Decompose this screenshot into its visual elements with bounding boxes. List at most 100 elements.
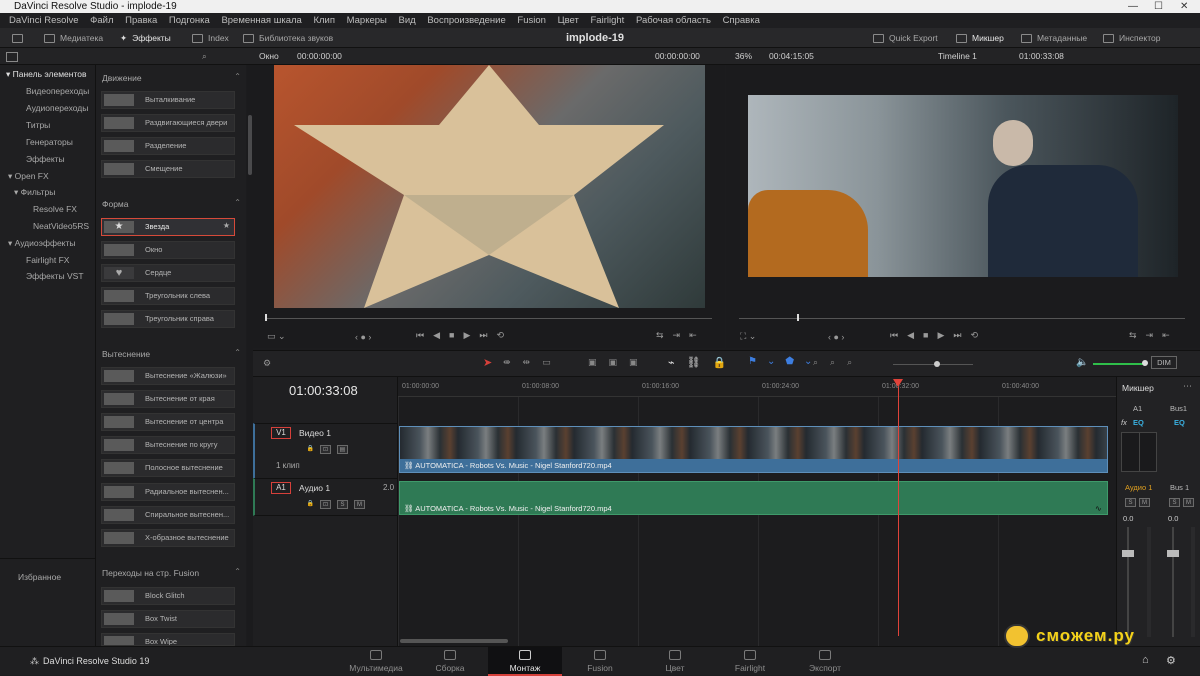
tree-item-neatvideo[interactable]: NeatVideo5RS <box>33 221 89 231</box>
effect-heart[interactable]: ♥ Сердце <box>101 264 235 282</box>
bus1-fader-handle[interactable] <box>1167 550 1179 557</box>
tree-item-resolve-fx[interactable]: Resolve FX <box>33 204 77 214</box>
page-color[interactable]: Цвет <box>638 647 712 676</box>
effect-window[interactable]: Окно <box>101 241 235 259</box>
menu-item-timeline[interactable]: Временная шкала <box>221 15 301 26</box>
menu-item-trim[interactable]: Подгонка <box>169 15 210 26</box>
viewer-options-icon[interactable]: ▭ ⌄ <box>267 331 286 342</box>
effect-push[interactable]: Выталкивание <box>101 91 235 109</box>
source-scrubber[interactable] <box>266 318 712 319</box>
menu-item-color[interactable]: Цвет <box>558 15 579 26</box>
edit-tools[interactable]: ⇼⇹▭ <box>503 357 563 368</box>
group-header-motion[interactable]: Движение <box>102 73 142 83</box>
effect-block-glitch[interactable]: Block Glitch <box>101 587 235 605</box>
source-playhead[interactable] <box>265 314 267 321</box>
effect-edge-wipe[interactable]: Вытеснение от края <box>101 390 235 408</box>
page-fairlight[interactable]: Fairlight <box>713 647 787 676</box>
zoom-slider-handle[interactable] <box>934 361 940 367</box>
timeline-scrubber[interactable] <box>739 318 1185 319</box>
search-icon[interactable]: ⌕ <box>202 48 207 65</box>
menu-item-view[interactable]: Вид <box>399 15 416 26</box>
menu-item-help[interactable]: Справка <box>723 15 760 26</box>
bus-eq-button[interactable]: EQ <box>1174 418 1185 427</box>
timeline-view-options-icon[interactable]: ⚙ <box>263 358 271 369</box>
playhead-marker[interactable] <box>893 379 903 387</box>
lock-icon[interactable]: 🔒 <box>305 500 316 509</box>
page-media[interactable]: Мультимедиа <box>339 647 413 676</box>
effect-band-wipe[interactable]: Полосное вытеснение <box>101 459 235 477</box>
auto-select-icon[interactable]: ⊡ <box>320 500 331 509</box>
mixer-solo-button[interactable]: S <box>1125 498 1136 507</box>
auto-select-icon[interactable]: ⊡ <box>320 445 331 454</box>
group-header-wipe[interactable]: Вытеснение <box>102 349 150 359</box>
tree-item-filters[interactable]: ▾ Фильтры <box>14 187 55 198</box>
effect-clock-wipe[interactable]: Вытеснение по кругу <box>101 436 235 454</box>
effect-blinds-wipe[interactable]: Вытеснение «Жалюзи» <box>101 367 235 385</box>
in-out-controls[interactable]: ⇆⇥⇤ <box>656 330 706 341</box>
in-out-controls[interactable]: ⇆⇥⇤ <box>1129 330 1179 341</box>
master-volume-handle[interactable] <box>1142 360 1148 366</box>
jog-control[interactable]: ‹ ● › <box>355 332 371 342</box>
menu-item-davinci[interactable]: DaVinci Resolve <box>9 15 79 26</box>
mute-button[interactable]: M <box>354 500 365 509</box>
pan-control[interactable] <box>1121 432 1157 472</box>
audio-clip[interactable]: ⛓ AUTOMATICA - Robots Vs. Music - Nigel … <box>399 481 1108 515</box>
minimize-icon[interactable]: — <box>1128 0 1138 13</box>
media-pool-button[interactable]: Медиатека <box>44 28 103 48</box>
track-id[interactable]: A1 <box>271 482 291 494</box>
effect-triangle-right[interactable]: Треугольник справа <box>101 310 235 328</box>
lock-icon[interactable]: 🔒 <box>305 445 316 454</box>
dim-button[interactable]: DIM <box>1151 356 1177 369</box>
tree-item-openfx[interactable]: ▾ Open FX <box>8 171 49 182</box>
page-edit[interactable]: Монтаж <box>488 647 562 676</box>
zoom-level[interactable]: 36% <box>735 48 752 65</box>
source-video-frame[interactable] <box>274 65 705 308</box>
solo-button[interactable]: S <box>337 500 348 509</box>
master-volume-slider[interactable] <box>1093 363 1145 365</box>
chevron-up-icon[interactable]: ⌃ <box>234 567 241 576</box>
favorites-header[interactable]: Избранное <box>18 572 61 582</box>
timeline-playhead[interactable] <box>898 387 899 636</box>
effect-center-wipe[interactable]: Вытеснение от центра <box>101 413 235 431</box>
timeline-select[interactable]: Timeline 1 <box>938 48 977 65</box>
chevron-up-icon[interactable]: ⌃ <box>234 198 241 207</box>
viewer-options-icon[interactable]: ⛶ ⌄ <box>740 331 756 342</box>
zoom-tools[interactable]: ⌕⌕⌕ <box>813 357 864 368</box>
audio-keyframe-icon[interactable]: ∿ <box>1095 504 1102 513</box>
tree-item-fairlight-fx[interactable]: Fairlight FX <box>26 255 69 265</box>
sound-library-button[interactable]: Библиотека звуков <box>243 28 333 48</box>
effect-offset[interactable]: Смещение <box>101 160 235 178</box>
bus-mute-button[interactable]: M <box>1183 498 1194 507</box>
menu-item-workspace[interactable]: Рабочая область <box>636 15 711 26</box>
selection-tool-icon[interactable]: ➤ <box>483 356 492 369</box>
insert-tools[interactable]: ▣▣▣ <box>588 357 650 368</box>
transport-controls[interactable]: ⏮◀■▶⏭⟲ <box>416 330 513 341</box>
menu-item-fairlight[interactable]: Fairlight <box>591 15 625 26</box>
menu-item-fusion[interactable]: Fusion <box>517 15 546 26</box>
effect-spiral-wipe[interactable]: Спиральное вытеснен... <box>101 506 235 524</box>
timeline-scrollbar[interactable] <box>400 639 508 643</box>
effect-box-twist[interactable]: Box Twist <box>101 610 235 628</box>
mixer-button[interactable]: Микшер <box>956 28 1004 48</box>
program-video-frame[interactable] <box>748 95 1178 277</box>
effect-box-wipe[interactable]: Box Wipe <box>101 633 235 646</box>
tree-item-effects[interactable]: Эффекты <box>26 154 65 164</box>
panel-toggle-icon[interactable] <box>6 52 18 62</box>
menu-item-edit[interactable]: Правка <box>125 15 157 26</box>
fx-button[interactable]: fx <box>1121 418 1127 427</box>
chevron-up-icon[interactable]: ⌃ <box>234 348 241 357</box>
flag-marker-tools[interactable]: ⚑⌄⬟⌄ <box>748 356 822 367</box>
menu-item-file[interactable]: Файл <box>90 15 113 26</box>
quick-export-button[interactable]: Quick Export <box>873 28 938 48</box>
page-deliver[interactable]: Экспорт <box>788 647 862 676</box>
effect-split[interactable]: Разделение <box>101 137 235 155</box>
home-icon[interactable]: ⌂ <box>1142 654 1149 666</box>
group-header-shape[interactable]: Форма <box>102 199 129 209</box>
tree-item-video-transitions[interactable]: Видеопереходы <box>26 86 89 96</box>
menu-item-markers[interactable]: Маркеры <box>347 15 387 26</box>
scroll-thumb[interactable] <box>248 115 252 175</box>
timeline-tracks-area[interactable]: 01:00:00:00 01:00:08:00 01:00:16:00 01:0… <box>398 377 1116 646</box>
a1-fader-handle[interactable] <box>1122 550 1134 557</box>
effect-x-wipe[interactable]: Х-образное вытеснение <box>101 529 235 547</box>
index-button[interactable]: Index <box>192 28 229 48</box>
